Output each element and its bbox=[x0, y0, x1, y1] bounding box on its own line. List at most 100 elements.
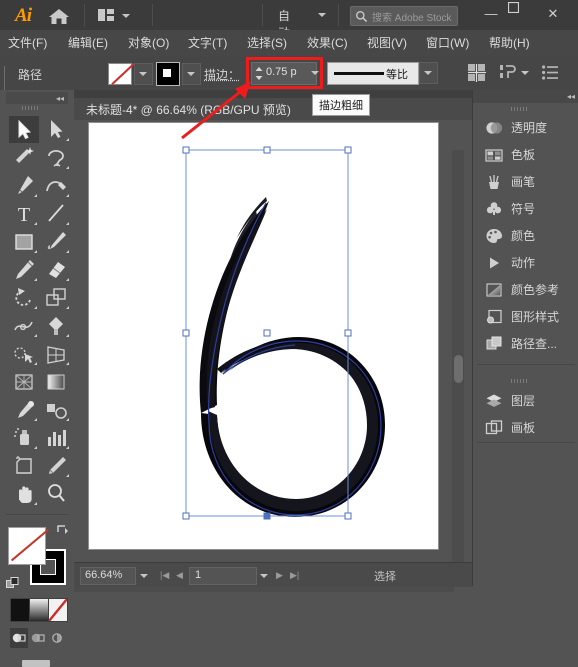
rectangle-tool[interactable] bbox=[9, 228, 39, 255]
none-mode[interactable] bbox=[48, 598, 68, 622]
line-segment-tool[interactable] bbox=[41, 200, 71, 227]
width-tool[interactable] bbox=[9, 312, 39, 339]
stroke-profile-dropdown[interactable] bbox=[419, 62, 438, 84]
last-page-icon[interactable]: ▶| bbox=[290, 570, 299, 581]
draw-inside[interactable] bbox=[48, 628, 66, 648]
panel-item-actions[interactable]: 动作 bbox=[473, 249, 578, 276]
menu-object[interactable]: 对象(O) bbox=[128, 30, 169, 56]
stroke-color-swatch[interactable] bbox=[156, 62, 180, 86]
blend-tool[interactable] bbox=[41, 396, 71, 423]
page-number-input[interactable]: 1 bbox=[189, 567, 257, 585]
tools-panel-header[interactable]: ◂◂ bbox=[6, 92, 68, 104]
panel-group-1-grip[interactable] bbox=[511, 107, 539, 111]
menu-bar: 文件(F) 编辑(E) 对象(O) 文字(T) 选择(S) 效果(C) 视图(V… bbox=[0, 30, 578, 56]
panel-item-swatches[interactable]: 色板 bbox=[473, 141, 578, 168]
rotate-tool[interactable] bbox=[9, 284, 39, 311]
screen-mode-icon[interactable] bbox=[22, 660, 50, 667]
double-chevron-right-icon[interactable]: ◂◂ bbox=[567, 92, 575, 101]
menu-type[interactable]: 文字(T) bbox=[188, 30, 227, 56]
artwork-six[interactable] bbox=[89, 123, 438, 549]
hand-tool[interactable] bbox=[9, 480, 39, 507]
paintbrush-tool[interactable] bbox=[41, 228, 71, 255]
canvas-viewport[interactable] bbox=[74, 120, 472, 592]
swap-fill-stroke-icon[interactable] bbox=[56, 522, 70, 536]
vertical-scrollbar-thumb[interactable] bbox=[454, 355, 463, 383]
stroke-profile-select[interactable]: 等比 bbox=[327, 62, 419, 85]
control-bar-grip[interactable] bbox=[4, 66, 8, 94]
pen-tool[interactable] bbox=[9, 172, 39, 199]
direct-selection-tool[interactable] bbox=[41, 116, 71, 143]
panel-dock-header[interactable]: ◂◂ bbox=[473, 90, 578, 103]
tools-panel-grip[interactable] bbox=[22, 106, 50, 110]
selection-tool[interactable] bbox=[9, 116, 39, 143]
artboard-tool[interactable] bbox=[9, 452, 39, 479]
menu-edit[interactable]: 编辑(E) bbox=[68, 30, 108, 56]
magic-wand-tool[interactable] bbox=[9, 144, 39, 171]
arrange-documents-button[interactable] bbox=[98, 6, 140, 25]
next-page-icon[interactable]: ▶ bbox=[276, 570, 283, 581]
default-fill-stroke-icon[interactable] bbox=[6, 577, 20, 591]
transform-icon[interactable] bbox=[500, 64, 516, 82]
panel-item-color-guide[interactable]: 颜色参考 bbox=[473, 276, 578, 303]
document-tab[interactable]: 未标题-4* @ 66.64% (RGB/GPU 预览) 描边粗细 bbox=[74, 94, 472, 121]
panel-item-pathfinder[interactable]: 路径查... bbox=[473, 330, 578, 357]
column-graph-tool[interactable] bbox=[41, 424, 71, 451]
minimize-button[interactable]: — bbox=[478, 2, 504, 26]
align-icon[interactable] bbox=[468, 64, 486, 82]
panel-item-graphic-styles[interactable]: 图形样式 bbox=[473, 303, 578, 330]
slice-tool[interactable] bbox=[41, 452, 71, 479]
artboard[interactable] bbox=[88, 122, 439, 550]
fill-color-swatch[interactable] bbox=[108, 63, 132, 85]
chevron-down-icon bbox=[187, 72, 195, 76]
home-button[interactable] bbox=[46, 5, 72, 27]
stroke-dropdown-button[interactable] bbox=[182, 63, 201, 85]
curvature-tool[interactable] bbox=[41, 172, 71, 199]
menu-file[interactable]: 文件(F) bbox=[8, 30, 47, 56]
menu-help[interactable]: 帮助(H) bbox=[489, 30, 530, 56]
mesh-tool[interactable] bbox=[9, 368, 39, 395]
draw-normal[interactable] bbox=[10, 628, 28, 648]
maximize-button[interactable] bbox=[508, 2, 534, 26]
fill-dropdown-button[interactable] bbox=[134, 63, 153, 85]
panel-item-color[interactable]: 颜色 bbox=[473, 222, 578, 249]
lasso-tool[interactable] bbox=[41, 144, 71, 171]
panel-item-brushes[interactable]: 画笔 bbox=[473, 168, 578, 195]
perspective-grid-tool[interactable] bbox=[41, 340, 71, 367]
more-options-icon[interactable] bbox=[542, 65, 558, 80]
zoom-tool[interactable] bbox=[41, 480, 71, 507]
free-transform-tool[interactable] bbox=[41, 312, 71, 339]
close-button[interactable]: ✕ bbox=[540, 2, 566, 26]
scale-tool[interactable] bbox=[41, 284, 71, 311]
illustrator-window: Ai 自动 搜索 Adobe Stock — ✕ bbox=[0, 0, 578, 667]
chevron-down-icon[interactable] bbox=[140, 574, 148, 578]
chevron-down-icon[interactable] bbox=[521, 71, 529, 75]
type-tool[interactable]: T bbox=[9, 200, 39, 227]
menu-window[interactable]: 窗口(W) bbox=[426, 30, 469, 56]
prev-page-icon[interactable]: ◀ bbox=[176, 570, 183, 581]
eraser-tool[interactable] bbox=[41, 256, 71, 283]
shape-builder-tool[interactable] bbox=[9, 340, 39, 367]
menu-effect[interactable]: 效果(C) bbox=[307, 30, 348, 56]
search-input[interactable]: 搜索 Adobe Stock bbox=[350, 6, 458, 26]
double-chevron-left-icon[interactable]: ◂◂ bbox=[56, 94, 64, 103]
vertical-scrollbar[interactable] bbox=[452, 150, 464, 582]
toolbar-fill-swatch[interactable] bbox=[8, 527, 46, 565]
flat-color-mode[interactable] bbox=[10, 598, 30, 622]
zoom-level-input[interactable]: 66.64% bbox=[80, 567, 136, 585]
gradient-mode[interactable] bbox=[29, 598, 49, 622]
chevron-down-icon[interactable] bbox=[260, 574, 268, 578]
draw-behind[interactable] bbox=[29, 628, 47, 648]
gradient-tool[interactable] bbox=[41, 368, 71, 395]
panel-item-symbols[interactable]: 符号 bbox=[473, 195, 578, 222]
stroke-label[interactable]: 描边： bbox=[204, 66, 240, 83]
first-page-icon[interactable]: |◀ bbox=[160, 570, 169, 581]
menu-view[interactable]: 视图(V) bbox=[367, 30, 407, 56]
panel-group-2-grip[interactable] bbox=[511, 379, 539, 383]
symbol-sprayer-tool[interactable] bbox=[9, 424, 39, 451]
panel-item-transparency[interactable]: 透明度 bbox=[473, 114, 578, 141]
menu-select[interactable]: 选择(S) bbox=[247, 30, 287, 56]
eyedropper-tool[interactable] bbox=[9, 396, 39, 423]
panel-item-artboards[interactable]: 画板 bbox=[473, 414, 578, 441]
pencil-tool[interactable] bbox=[9, 256, 39, 283]
panel-item-layers[interactable]: 图层 bbox=[473, 387, 578, 414]
